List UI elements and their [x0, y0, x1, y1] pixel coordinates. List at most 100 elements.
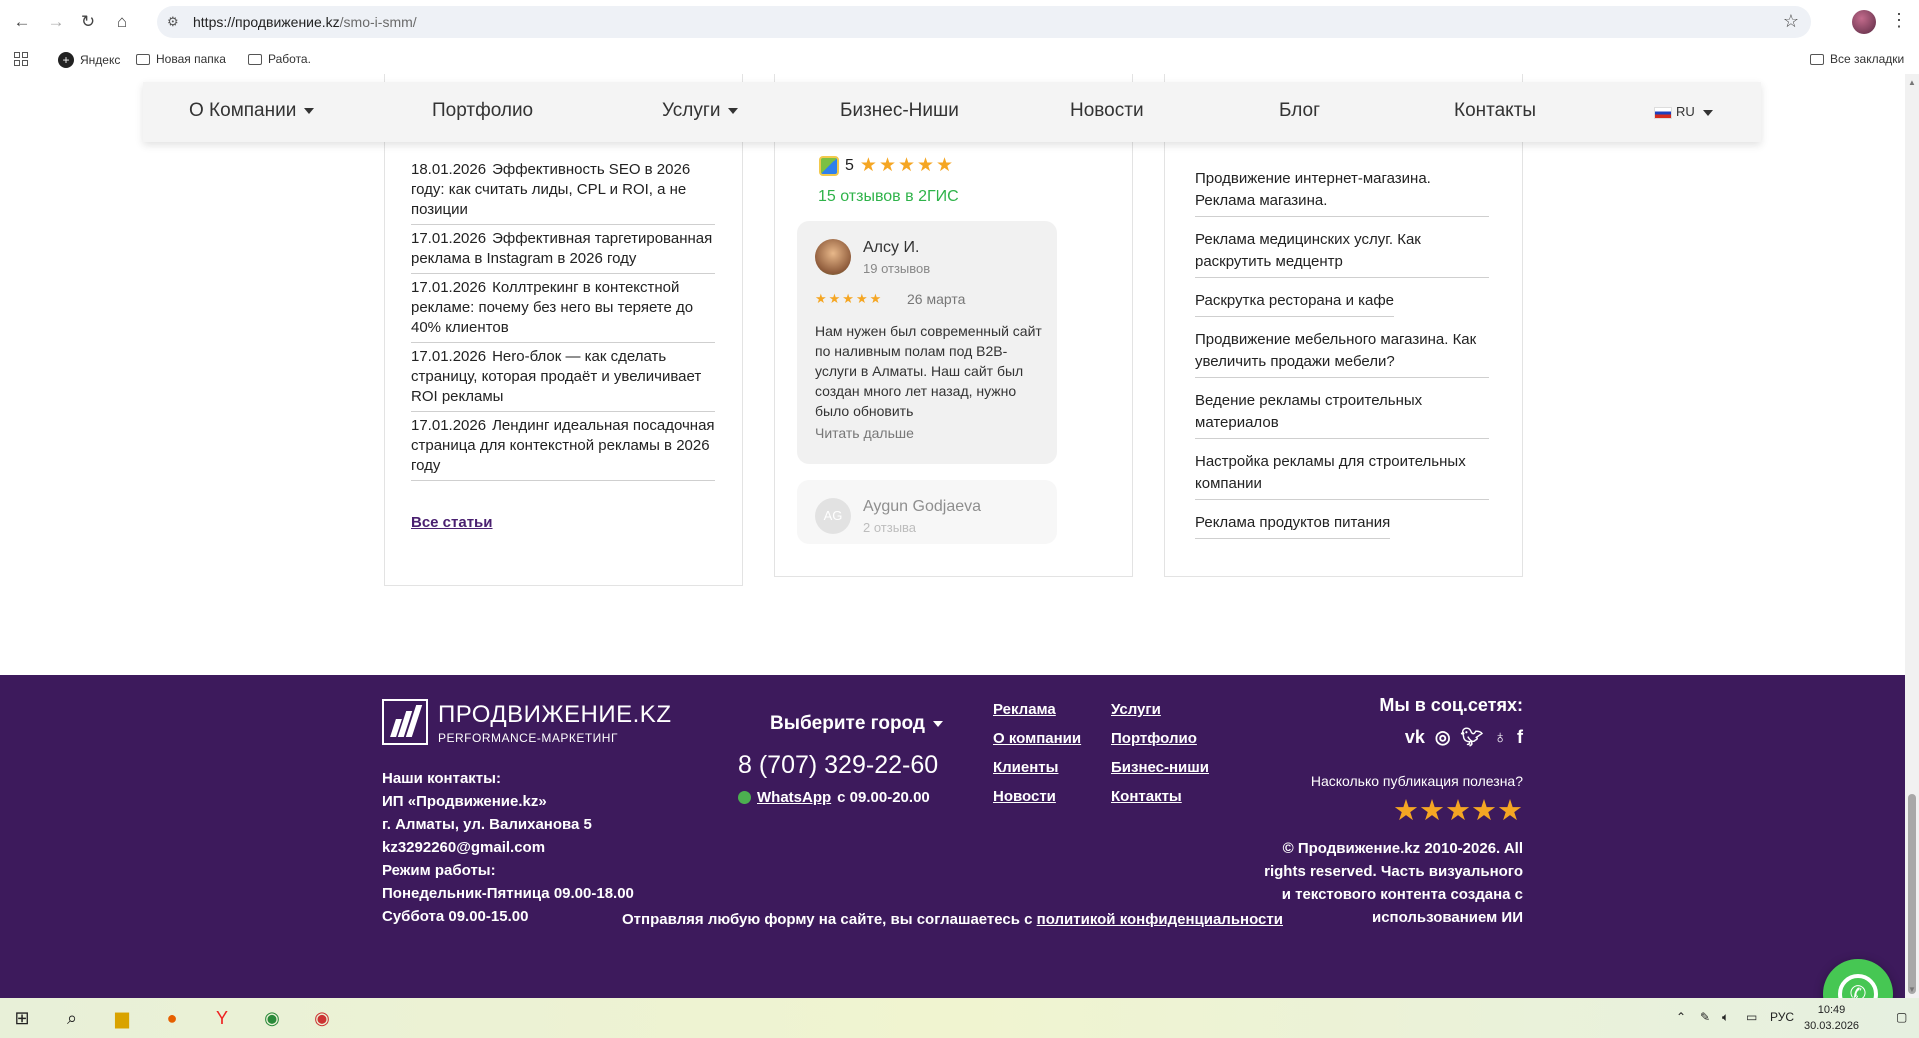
- news-item[interactable]: 17.01.2026 Лендинг идеальная посадочная с…: [411, 412, 715, 481]
- phone-link[interactable]: 8 (707) 329-22-60: [738, 751, 938, 780]
- usefulness-question: Насколько публикация полезна?: [1310, 773, 1523, 789]
- logo-icon[interactable]: [382, 699, 428, 745]
- footer-link-services[interactable]: Услуги: [1111, 695, 1209, 724]
- apps-grid-icon[interactable]: [14, 52, 28, 66]
- nav-item-services[interactable]: Услуги: [662, 100, 739, 122]
- privacy-policy-link[interactable]: политикой конфиденциальности: [1037, 911, 1283, 928]
- file-explorer-icon[interactable]: ▆: [110, 1006, 134, 1030]
- nav-item-news[interactable]: Новости: [1070, 100, 1144, 122]
- bookmark-star-icon[interactable]: ☆: [1783, 11, 1799, 32]
- bookmark-work[interactable]: Работа.: [248, 52, 311, 66]
- consent-text: Отправляя любую форму на сайте, вы согла…: [622, 911, 1283, 928]
- news-list: 18.01.2026 Эффективность SEO в 2026 году:…: [411, 156, 715, 481]
- bookmark-label: Новая папка: [156, 52, 226, 66]
- odnoklassniki-icon[interactable]: ♁: [1494, 727, 1508, 748]
- profile-avatar[interactable]: [1852, 10, 1876, 34]
- notifications-icon[interactable]: ▢: [1896, 1010, 1907, 1024]
- reviews-count-link[interactable]: 15 отзывов в 2ГИС: [818, 188, 959, 206]
- scroll-up-icon[interactable]: ▲: [1908, 78, 1916, 87]
- city-selector[interactable]: Выберите город: [770, 713, 943, 735]
- caret-down-icon: [932, 720, 943, 727]
- yandex-icon: +: [58, 52, 74, 68]
- news-item[interactable]: 18.01.2026 Эффективность SEO в 2026 году:…: [411, 156, 715, 225]
- review-stars: ★★★★★: [815, 291, 884, 306]
- windows-start-icon[interactable]: ⊞: [10, 1006, 34, 1030]
- volume-icon[interactable]: 🔈︎: [1722, 1010, 1729, 1025]
- reviews-card: 5 ★★★★★ 15 отзывов в 2ГИС Алсу И. 19 отз…: [774, 74, 1133, 577]
- clock-time: 10:49: [1817, 1004, 1846, 1016]
- logo-title[interactable]: ПРОДВИЖЕНИЕ.KZ: [438, 701, 671, 729]
- whatsapp-float-button[interactable]: ✆: [1823, 959, 1893, 998]
- yandex-browser-icon[interactable]: Y: [210, 1006, 234, 1030]
- news-item[interactable]: 17.01.2026 Коллтрекинг в контекстной рекл…: [411, 274, 715, 343]
- search-icon[interactable]: ⌕: [60, 1006, 84, 1030]
- reload-icon[interactable]: ↻: [76, 10, 100, 34]
- footer-link-ads[interactable]: Реклама: [993, 695, 1081, 724]
- clock-date: 30.03.2026: [1804, 1020, 1860, 1032]
- scrollbar-thumb[interactable]: [1908, 794, 1916, 994]
- niche-link[interactable]: Реклама медицинских услуг. Как раскрутит…: [1195, 225, 1489, 278]
- usefulness-rating-stars[interactable]: ★★★★★: [1393, 793, 1523, 828]
- page-viewport: 18.01.2026 Эффективность SEO в 2026 году:…: [0, 74, 1905, 998]
- vk-icon[interactable]: vk: [1405, 727, 1425, 748]
- footer-link-news[interactable]: Новости: [993, 782, 1081, 811]
- chrome-icon[interactable]: ◉: [260, 1006, 284, 1030]
- twitter-icon[interactable]: 🐦︎: [1461, 727, 1484, 748]
- footer-link-niches[interactable]: Бизнес-ниши: [1111, 753, 1209, 782]
- nav-item-portfolio[interactable]: Портфолио: [432, 100, 533, 122]
- whatsapp-icon: [738, 791, 751, 804]
- address-bar[interactable]: ⚙ https://продвижение.kz/smo-i-smm/ ☆: [157, 6, 1811, 38]
- all-bookmarks[interactable]: Все закладки: [1810, 52, 1904, 66]
- network-icon[interactable]: ▭: [1746, 1010, 1757, 1024]
- language-selector[interactable]: RU: [1654, 104, 1713, 119]
- footer-link-contacts[interactable]: Контакты: [1111, 782, 1209, 811]
- site-navigation: О Компании Портфолио Услуги Бизнес-Ниши …: [143, 82, 1761, 142]
- bookmark-new-folder[interactable]: Новая папка: [136, 52, 226, 66]
- page-scrollbar[interactable]: ▲ ▼: [1905, 74, 1919, 998]
- nav-item-about[interactable]: О Компании: [189, 100, 315, 122]
- site-info-icon[interactable]: ⚙: [167, 14, 179, 30]
- niche-link[interactable]: Ведение рекламы строительных материалов: [1195, 386, 1489, 439]
- browser-menu-icon[interactable]: ⋮: [1890, 10, 1908, 31]
- review-date: 26 марта: [907, 291, 966, 307]
- niche-link[interactable]: Настройка рекламы для строительных компа…: [1195, 447, 1489, 500]
- back-arrow-icon[interactable]: ←: [10, 10, 34, 34]
- read-more-link[interactable]: Читать дальше: [815, 425, 914, 441]
- bookmark-yandex[interactable]: + Яндекс: [58, 52, 120, 68]
- niche-link[interactable]: Реклама продуктов питания: [1195, 508, 1391, 539]
- reviewer-review-count: 2 отзыва: [863, 520, 917, 535]
- nav-item-niches[interactable]: Бизнес-Ниши: [840, 100, 959, 122]
- all-articles-link[interactable]: Все статьи: [411, 514, 493, 531]
- reviewer-name: Алсу И.: [863, 239, 920, 256]
- footer-link-about[interactable]: О компании: [993, 724, 1081, 753]
- url-text: https://продвижение.kz/smo-i-smm/: [193, 14, 417, 30]
- niches-list: Продвижение интернет-магазина. Реклама м…: [1195, 164, 1489, 547]
- niche-link[interactable]: Продвижение интернет-магазина. Реклама м…: [1195, 164, 1489, 217]
- chrome-profile-icon[interactable]: ◉: [310, 1006, 334, 1030]
- russia-flag-icon: [1654, 106, 1672, 119]
- niche-link[interactable]: Раскрутка ресторана и кафе: [1195, 286, 1395, 317]
- whatsapp-link[interactable]: WhatsApp: [757, 789, 831, 806]
- email-link[interactable]: kz3292260@gmail.com: [382, 836, 634, 859]
- firefox-icon[interactable]: ●: [160, 1006, 184, 1030]
- review-card: AG Aygun Godjaeva 2 отзыва: [797, 480, 1057, 544]
- input-language[interactable]: РУС: [1770, 1010, 1794, 1024]
- home-icon[interactable]: ⌂: [110, 10, 134, 34]
- tray-chevron-icon[interactable]: ⌃: [1676, 1010, 1686, 1024]
- bookmark-label: Яндекс: [80, 53, 121, 67]
- forward-arrow-icon[interactable]: →: [44, 10, 68, 34]
- system-clock[interactable]: 10:49 30.03.2026: [1804, 1002, 1859, 1034]
- contacts-heading: Наши контакты:: [382, 770, 501, 787]
- nav-item-contacts[interactable]: Контакты: [1454, 100, 1536, 122]
- facebook-icon[interactable]: f: [1517, 727, 1523, 748]
- review-text: Нам нужен был современный сайт по наливн…: [815, 323, 1042, 419]
- footer-link-clients[interactable]: Клиенты: [993, 753, 1081, 782]
- nav-item-blog[interactable]: Блог: [1279, 100, 1320, 122]
- pen-icon[interactable]: ✎: [1700, 1010, 1710, 1024]
- instagram-icon[interactable]: ◎: [1435, 727, 1451, 748]
- news-item[interactable]: 17.01.2026 Эффективная таргетированная ре…: [411, 225, 715, 274]
- scroll-down-icon[interactable]: ▼: [1908, 985, 1916, 994]
- footer-link-portfolio[interactable]: Портфолио: [1111, 724, 1209, 753]
- niche-link[interactable]: Продвижение мебельного магазина. Как уве…: [1195, 325, 1489, 378]
- news-item[interactable]: 17.01.2026 Hero-блок — как сделать страни…: [411, 343, 715, 412]
